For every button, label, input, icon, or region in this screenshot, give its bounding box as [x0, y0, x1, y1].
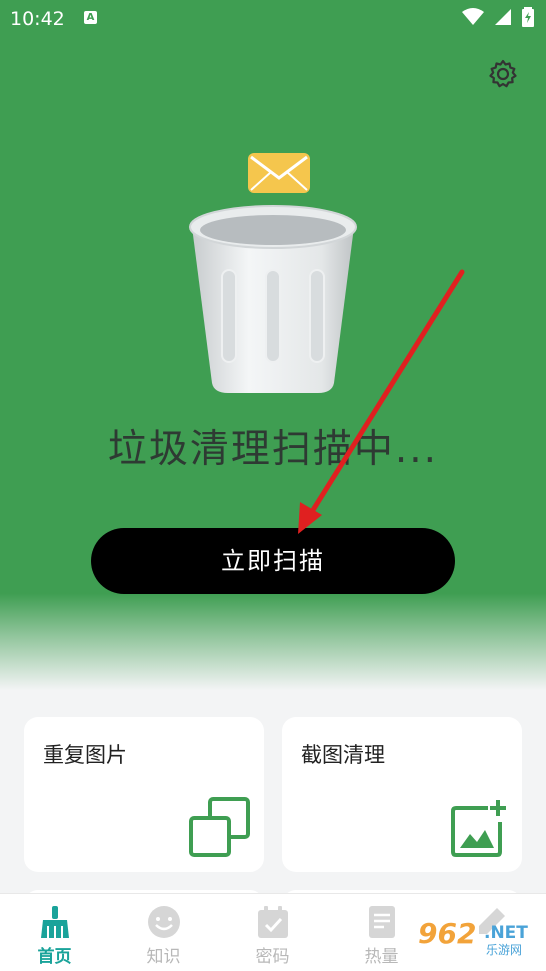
watermark-sub: 乐游网	[486, 943, 523, 957]
card-label: 重复图片	[43, 743, 127, 767]
duplicate-icon	[189, 797, 250, 857]
watermark-main: 962	[418, 917, 477, 950]
tab-label: 密码	[255, 947, 290, 967]
screenshot-clean-card[interactable]: 截图清理	[282, 717, 522, 872]
site-watermark: 962 .NET 乐游网	[412, 917, 538, 957]
tab-label: 首页	[37, 947, 72, 967]
smile-icon	[148, 906, 180, 938]
tab-knowledge[interactable]: 知识	[109, 894, 218, 971]
document-icon	[369, 906, 395, 938]
tab-password[interactable]: 密码	[218, 894, 327, 971]
card-label: 截图清理	[301, 743, 385, 767]
broom-icon	[41, 906, 69, 938]
calendar-check-icon	[258, 906, 288, 938]
duplicate-photos-card[interactable]: 重复图片	[24, 717, 264, 872]
watermark-net: .NET	[484, 923, 528, 943]
tab-home[interactable]: 首页	[0, 894, 109, 971]
tab-label: 知识	[146, 947, 181, 967]
add-image-icon	[451, 800, 506, 857]
